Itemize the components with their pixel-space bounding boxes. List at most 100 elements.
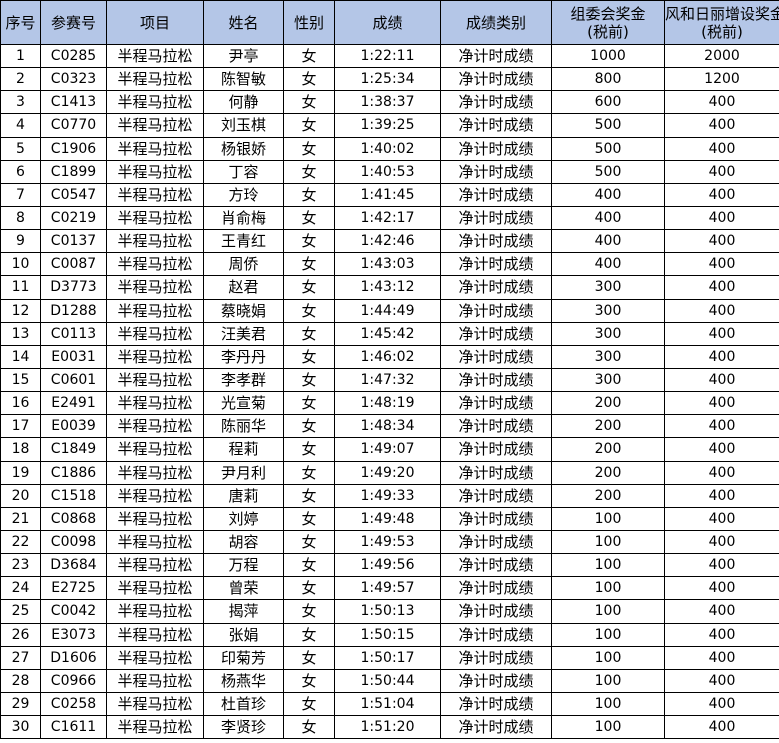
cell-bib: E0039 bbox=[40, 414, 107, 439]
cell-index: 10 bbox=[0, 252, 41, 277]
table-row: 6 C1899 半程马拉松 丁容女 1:40:53 净计时成绩 500 400 bbox=[0, 159, 779, 184]
table-row: 22 C0098 半程马拉松 胡容女 1:49:53 净计时成绩 100 400 bbox=[0, 529, 779, 555]
cell-sponsor-prize: 1200 bbox=[664, 67, 779, 92]
cell-gender: 女 bbox=[283, 252, 335, 277]
cell-bib: D1606 bbox=[40, 645, 107, 670]
table-row: 12 D1288 半程马拉松 蔡晓娟女 1:44:49 净计时成绩 300 400 bbox=[0, 298, 779, 323]
cell-name: 赵君 bbox=[203, 275, 284, 300]
cell-gender: 女 bbox=[283, 622, 335, 647]
cell-gender: 女 bbox=[283, 414, 335, 439]
cell-time-type: 净计时成绩 bbox=[440, 136, 552, 161]
cell-index: 25 bbox=[0, 599, 41, 624]
cell-event: 半程马拉松 bbox=[106, 275, 204, 300]
cell-bib: C1899 bbox=[40, 159, 107, 184]
cell-gender: 女 bbox=[283, 159, 335, 184]
cell-bib: C1413 bbox=[40, 90, 107, 115]
cell-index: 18 bbox=[0, 437, 41, 462]
table-row: 5 C1906 半程马拉松 杨银娇女 1:40:02 净计时成绩 500 400 bbox=[0, 136, 779, 161]
cell-gender: 女 bbox=[283, 391, 335, 416]
header-label: 成绩类别 bbox=[465, 13, 526, 32]
cell-bib: C0770 bbox=[40, 113, 107, 138]
cell-gender: 女 bbox=[283, 321, 335, 346]
cell-committee-prize: 100 bbox=[551, 506, 665, 531]
header-cell-gender: 性别 bbox=[283, 0, 335, 45]
cell-event: 半程马拉松 bbox=[106, 252, 204, 277]
cell-committee-prize: 400 bbox=[551, 252, 665, 277]
cell-time: 1:50:13 bbox=[334, 599, 441, 624]
cell-sponsor-prize: 400 bbox=[664, 506, 779, 531]
cell-time-type: 净计时成绩 bbox=[440, 576, 552, 601]
cell-bib: C0547 bbox=[40, 182, 107, 207]
cell-event: 半程马拉松 bbox=[106, 136, 204, 161]
cell-index: 9 bbox=[0, 229, 41, 254]
cell-event: 半程马拉松 bbox=[106, 391, 204, 416]
cell-index: 28 bbox=[0, 668, 41, 693]
cell-bib: D3684 bbox=[40, 553, 107, 578]
header-label: 项目 bbox=[139, 13, 170, 32]
cell-name: 唐莉 bbox=[203, 483, 284, 508]
cell-bib: C1906 bbox=[40, 136, 107, 161]
cell-name: 张娟 bbox=[203, 622, 284, 647]
header-label: 序号 bbox=[5, 13, 36, 32]
cell-sponsor-prize: 400 bbox=[664, 298, 779, 323]
table-row: 7 C0547 半程马拉松 方玲女 1:41:45 净计时成绩 400 400 bbox=[0, 182, 779, 207]
cell-index: 13 bbox=[0, 321, 41, 346]
cell-committee-prize: 200 bbox=[551, 437, 665, 462]
cell-event: 半程马拉松 bbox=[106, 437, 204, 462]
cell-time-type: 净计时成绩 bbox=[440, 43, 552, 69]
cell-time-type: 净计时成绩 bbox=[440, 668, 552, 693]
cell-bib: C1611 bbox=[40, 715, 107, 740]
cell-time-type: 净计时成绩 bbox=[440, 182, 552, 207]
cell-sponsor-prize: 400 bbox=[664, 182, 779, 207]
cell-bib: C1849 bbox=[40, 437, 107, 462]
cell-time: 1:49:57 bbox=[334, 576, 441, 601]
header-label: 风和日丽增设奖金 bbox=[665, 4, 779, 23]
cell-event: 半程马拉松 bbox=[106, 529, 204, 555]
cell-time-type: 净计时成绩 bbox=[440, 529, 552, 555]
cell-time: 1:46:02 bbox=[334, 344, 441, 369]
table-row: 29 C0258 半程马拉松 杜首珍女 1:51:04 净计时成绩 100 400 bbox=[0, 691, 779, 717]
cell-sponsor-prize: 400 bbox=[664, 691, 779, 717]
cell-time-type: 净计时成绩 bbox=[440, 67, 552, 92]
cell-committee-prize: 300 bbox=[551, 344, 665, 369]
cell-bib: E3073 bbox=[40, 622, 107, 647]
cell-sponsor-prize: 400 bbox=[664, 483, 779, 508]
cell-gender: 女 bbox=[283, 506, 335, 531]
cell-name: 光宣菊 bbox=[203, 391, 284, 416]
cell-gender: 女 bbox=[283, 67, 335, 92]
cell-bib: C0601 bbox=[40, 367, 107, 393]
cell-committee-prize: 800 bbox=[551, 67, 665, 92]
cell-time-type: 净计时成绩 bbox=[440, 483, 552, 508]
cell-index: 12 bbox=[0, 298, 41, 323]
cell-name: 李丹丹 bbox=[203, 344, 284, 369]
cell-bib: C0868 bbox=[40, 506, 107, 531]
cell-time-type: 净计时成绩 bbox=[440, 344, 552, 369]
cell-name: 李贤珍 bbox=[203, 715, 284, 740]
header-sublabel: (税前) bbox=[587, 22, 629, 41]
table-row: 10 C0087 半程马拉松 周侨女 1:43:03 净计时成绩 400 400 bbox=[0, 252, 779, 277]
cell-event: 半程马拉松 bbox=[106, 344, 204, 369]
cell-sponsor-prize: 400 bbox=[664, 205, 779, 231]
cell-gender: 女 bbox=[283, 182, 335, 207]
cell-bib: C1518 bbox=[40, 483, 107, 508]
cell-sponsor-prize: 400 bbox=[664, 321, 779, 346]
cell-gender: 女 bbox=[283, 691, 335, 717]
cell-sponsor-prize: 400 bbox=[664, 576, 779, 601]
table-row: 4 C0770 半程马拉松 刘玉棋女 1:39:25 净计时成绩 500 400 bbox=[0, 113, 779, 138]
header-cell-time: 成绩 bbox=[334, 0, 441, 45]
cell-name: 李孝群 bbox=[203, 367, 284, 393]
results-table: 序号 参赛号 项目 姓名 性别 成绩 成绩类别 组委会奖金 (税前) 风和日丽增… bbox=[0, 0, 779, 740]
cell-index: 16 bbox=[0, 391, 41, 416]
cell-index: 30 bbox=[0, 715, 41, 740]
cell-sponsor-prize: 400 bbox=[664, 90, 779, 115]
cell-event: 半程马拉松 bbox=[106, 691, 204, 717]
cell-event: 半程马拉松 bbox=[106, 367, 204, 393]
cell-committee-prize: 500 bbox=[551, 159, 665, 184]
cell-sponsor-prize: 400 bbox=[664, 391, 779, 416]
cell-event: 半程马拉松 bbox=[106, 67, 204, 92]
cell-event: 半程马拉松 bbox=[106, 43, 204, 69]
cell-gender: 女 bbox=[283, 460, 335, 485]
cell-name: 汪美君 bbox=[203, 321, 284, 346]
cell-time-type: 净计时成绩 bbox=[440, 275, 552, 300]
cell-time: 1:38:37 bbox=[334, 90, 441, 115]
